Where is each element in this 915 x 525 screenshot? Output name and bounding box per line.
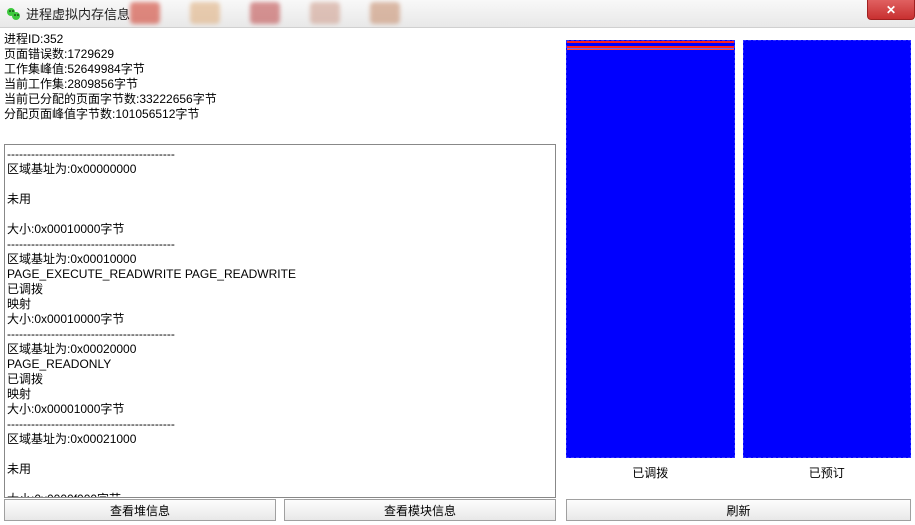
reserved-label: 已预订	[743, 458, 912, 481]
region-line: 大小:0x0000f000字节	[7, 492, 555, 498]
region-line: 区域基址为:0x00021000	[7, 432, 555, 447]
committed-column: 已调拨	[566, 40, 735, 481]
window-titlebar: 进程虚拟内存信息 ✕	[0, 0, 915, 28]
reserved-column: 已预订	[743, 40, 912, 481]
region-separator: ----------------------------------------…	[7, 237, 555, 252]
memory-visualization: 已调拨 已预订	[566, 40, 911, 481]
view-heap-button[interactable]: 查看堆信息	[4, 499, 276, 521]
view-module-button[interactable]: 查看模块信息	[284, 499, 556, 521]
region-separator: ----------------------------------------…	[7, 327, 555, 342]
region-line: 未用	[7, 462, 555, 477]
refresh-button[interactable]: 刷新	[566, 499, 911, 521]
window-title: 进程虚拟内存信息	[26, 4, 130, 23]
process-info-block: 进程ID:352 页面错误数:1729629 工作集峰值:52649984字节 …	[4, 32, 555, 122]
close-button[interactable]: ✕	[867, 0, 915, 20]
content-area: 进程ID:352 页面错误数:1729629 工作集峰值:52649984字节 …	[0, 28, 915, 525]
region-blank-line	[7, 207, 555, 222]
region-line: 区域基址为:0x00000000	[7, 162, 555, 177]
region-blank-line	[7, 477, 555, 492]
left-button-row: 查看堆信息 查看模块信息	[4, 499, 556, 521]
region-line: 已调拨	[7, 282, 555, 297]
background-blur	[130, 2, 400, 26]
right-button-row: 刷新	[566, 499, 911, 521]
region-line: 大小:0x00010000字节	[7, 312, 555, 327]
region-line: 大小:0x00001000字节	[7, 402, 555, 417]
region-line: 大小:0x00010000字节	[7, 222, 555, 237]
region-separator: ----------------------------------------…	[7, 417, 555, 432]
memory-region-list[interactable]: ----------------------------------------…	[4, 144, 556, 498]
region-line: 映射	[7, 387, 555, 402]
region-line: 区域基址为:0x00020000	[7, 342, 555, 357]
peak-pagefile-line: 分配页面峰值字节数:101056512字节	[4, 107, 555, 122]
committed-label: 已调拨	[566, 458, 735, 481]
region-line: PAGE_READONLY	[7, 357, 555, 372]
region-blank-line	[7, 447, 555, 462]
close-icon: ✕	[886, 3, 896, 17]
region-line: 区域基址为:0x00010000	[7, 252, 555, 267]
region-separator: ----------------------------------------…	[7, 147, 555, 162]
committed-memory-box	[566, 40, 735, 458]
region-line: 未用	[7, 192, 555, 207]
page-faults-line: 页面错误数:1729629	[4, 47, 555, 62]
pagefile-usage-line: 当前已分配的页面字节数:33222656字节	[4, 92, 555, 107]
region-line: PAGE_EXECUTE_READWRITE PAGE_READWRITE	[7, 267, 555, 282]
process-id-line: 进程ID:352	[4, 32, 555, 47]
app-icon	[6, 6, 22, 22]
region-blank-line	[7, 177, 555, 192]
working-set-line: 当前工作集:2809856字节	[4, 77, 555, 92]
region-line: 已调拨	[7, 372, 555, 387]
region-line: 映射	[7, 297, 555, 312]
reserved-memory-box	[743, 40, 912, 458]
peak-working-set-line: 工作集峰值:52649984字节	[4, 62, 555, 77]
